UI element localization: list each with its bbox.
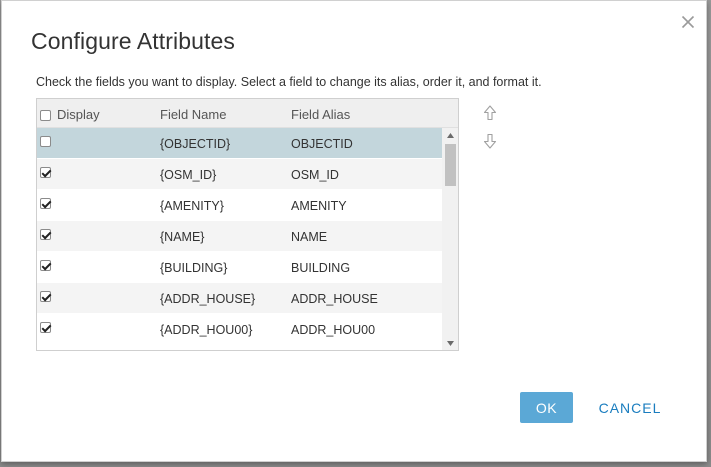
arrow-down-icon[interactable] (483, 133, 497, 149)
close-icon[interactable] (678, 11, 698, 33)
field-alias-cell: NAME (291, 230, 328, 244)
cancel-button[interactable]: CANCEL (588, 392, 672, 423)
field-name-cell: {OBJECTID} (160, 137, 231, 151)
grid-scrollbar[interactable] (442, 128, 458, 350)
field-name-cell: {BUILDING} (160, 261, 228, 275)
field-alias-cell: OSM_ID (291, 168, 339, 182)
table-row[interactable]: {ADDR_HOUSE} ADDR_HOUSE (37, 283, 442, 314)
row-display-checkbox[interactable] (40, 291, 51, 305)
arrow-up-icon[interactable] (483, 105, 497, 121)
row-display-checkbox[interactable] (40, 229, 51, 243)
field-name-cell: {ADDR_HOUSE} (160, 292, 256, 306)
field-name-cell: {ADDR_HOU00} (160, 323, 253, 337)
dialog-title: Configure Attributes (31, 28, 236, 54)
row-display-checkbox[interactable] (40, 198, 51, 212)
row-display-checkbox[interactable] (40, 260, 51, 274)
table-row[interactable]: {OBJECTID} OBJECTID (37, 128, 442, 159)
column-header-field-alias[interactable]: Field Alias (291, 107, 350, 122)
scroll-thumb[interactable] (445, 144, 456, 186)
table-row[interactable]: {OSM_ID} OSM_ID (37, 159, 442, 190)
table-row[interactable]: {BUILDING} BUILDING (37, 252, 442, 283)
field-name-cell: {OSM_ID} (160, 168, 217, 182)
grid-header: Display Field Name Field Alias (37, 99, 458, 128)
row-display-checkbox[interactable] (40, 322, 51, 336)
scroll-down-icon[interactable] (442, 336, 458, 350)
field-alias-cell: ADDR_HOUSE (291, 292, 378, 306)
table-row[interactable]: {NAME} NAME (37, 221, 442, 252)
field-name-cell: {NAME} (160, 230, 205, 244)
grid-rows: {OBJECTID} OBJECTID {OSM_ID} OSM_ID {AMENITY… (37, 128, 442, 350)
row-display-checkbox[interactable] (40, 167, 51, 181)
attributes-grid: Display Field Name Field Alias {OBJECTID… (36, 98, 459, 351)
scroll-up-icon[interactable] (442, 128, 458, 142)
table-row[interactable]: {AMENITY} AMENITY (37, 190, 442, 221)
field-alias-cell: AMENITY (291, 199, 347, 213)
configure-attributes-dialog: Configure Attributes Check the fields yo… (1, 0, 707, 462)
field-alias-cell: ADDR_HOU00 (291, 323, 376, 337)
ok-button[interactable]: OK (520, 392, 573, 423)
row-display-checkbox[interactable] (40, 136, 51, 150)
column-header-field-name[interactable]: Field Name (160, 107, 226, 122)
instructions-text: Check the fields you want to display. Se… (36, 75, 542, 89)
field-alias-cell: OBJECTID (291, 137, 353, 151)
table-row[interactable]: {ADDR_HOU00} ADDR_HOU00 (37, 314, 442, 345)
column-header-display[interactable]: Display (57, 107, 100, 122)
field-alias-cell: BUILDING (291, 261, 351, 275)
field-name-cell: {AMENITY} (160, 199, 224, 213)
select-all-checkbox[interactable] (40, 109, 51, 124)
